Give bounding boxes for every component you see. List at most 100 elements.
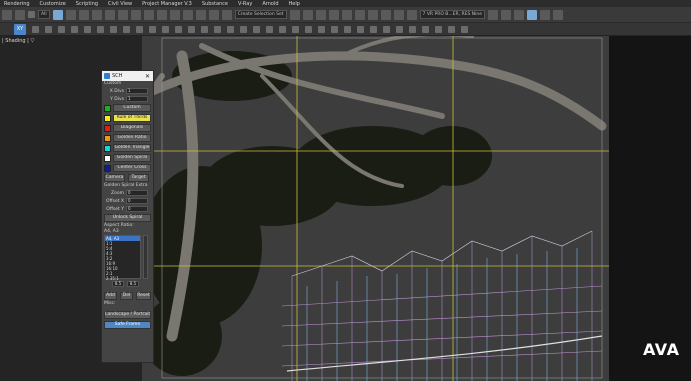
- smooth-icon[interactable]: [266, 25, 273, 33]
- physical-camera-icon[interactable]: [422, 25, 429, 33]
- reference-coordinate-icon[interactable]: [156, 9, 167, 20]
- aspect-ratio-list[interactable]: A4, A3 1:1 5:4 4:3 3:2 16:9 16:10 2:1 2.35:1: [104, 235, 141, 281]
- link-icon[interactable]: [28, 11, 35, 18]
- cloth-icon[interactable]: [331, 25, 338, 33]
- guide-color-swatch[interactable]: [104, 124, 111, 132]
- guide-color-swatch[interactable]: [104, 164, 111, 172]
- teapot-iterative-icon[interactable]: [514, 9, 524, 20]
- menu-item[interactable]: Customize: [40, 1, 66, 7]
- menu-item[interactable]: Substance: [202, 1, 228, 7]
- offset-y-spinner[interactable]: 0: [126, 206, 148, 212]
- frame-buffer-icon[interactable]: [527, 9, 537, 20]
- guide-color-swatch[interactable]: [104, 134, 111, 142]
- menu-item[interactable]: Project Manager V.3: [142, 1, 192, 7]
- menu-item[interactable]: Help: [289, 1, 300, 7]
- target-weld-icon[interactable]: [175, 25, 182, 33]
- help-icon[interactable]: [553, 9, 563, 20]
- more-icon[interactable]: [461, 25, 468, 33]
- light-icon[interactable]: [383, 25, 390, 33]
- reset-button[interactable]: Reset: [136, 292, 151, 300]
- offset-x-spinner[interactable]: 0: [126, 198, 148, 204]
- tessellate-icon[interactable]: [292, 25, 299, 33]
- guide-button[interactable]: Center Cross: [113, 164, 151, 172]
- rendered-frame-icon[interactable]: [393, 9, 404, 20]
- panel-titlebar[interactable]: SCH ✕: [102, 71, 153, 81]
- guide-button[interactable]: Custom: [113, 104, 151, 112]
- menu-item[interactable]: Rendering: [4, 1, 30, 7]
- pivot-icon[interactable]: [169, 9, 180, 20]
- weld-icon[interactable]: [162, 25, 169, 33]
- move-icon[interactable]: [104, 9, 115, 20]
- angle-snap-icon[interactable]: [195, 9, 206, 20]
- teapot-active-icon[interactable]: [501, 9, 511, 20]
- schematic-view-icon[interactable]: [354, 9, 365, 20]
- guide-button[interactable]: Rule of Thirds: [113, 114, 151, 122]
- camera-button[interactable]: Camera: [104, 174, 125, 182]
- window-crossing-icon[interactable]: [91, 9, 102, 20]
- redo-icon[interactable]: [15, 9, 25, 20]
- connect-icon[interactable]: [136, 25, 143, 33]
- viewport-label[interactable]: | Shading | ▽: [2, 38, 34, 44]
- render-production-icon[interactable]: [406, 9, 417, 20]
- guide-color-swatch[interactable]: [104, 104, 111, 112]
- render-preset-dropdown[interactable]: 7 VR PRO B...ER, RES Nine: [419, 10, 485, 19]
- landscape-portrait-button[interactable]: Landscape / Portrait: [104, 311, 151, 319]
- add-button[interactable]: Add: [104, 292, 117, 300]
- percent-snap-icon[interactable]: [208, 9, 219, 20]
- menu-item[interactable]: V-Ray: [238, 1, 252, 7]
- cap-icon[interactable]: [201, 25, 208, 33]
- filter-dropdown[interactable]: All: [38, 10, 50, 19]
- render-setup-icon[interactable]: [380, 9, 391, 20]
- rectangular-selection-icon[interactable]: [78, 9, 89, 20]
- loop-icon[interactable]: [214, 25, 221, 33]
- layer-explorer-icon[interactable]: [315, 9, 326, 20]
- align-icon[interactable]: [302, 9, 313, 20]
- target-button[interactable]: Target: [128, 174, 149, 182]
- bridge-icon[interactable]: [188, 25, 195, 33]
- ratio-height-spinner[interactable]: 8.5: [127, 280, 139, 287]
- proxy-icon[interactable]: [370, 25, 377, 33]
- menu-item[interactable]: Arnold: [262, 1, 278, 7]
- polygon-icon[interactable]: [71, 25, 78, 33]
- guide-color-swatch[interactable]: [104, 114, 111, 122]
- guide-button[interactable]: Golden Spiral: [113, 154, 151, 162]
- guide-button[interactable]: Golden Triangle: [113, 144, 151, 152]
- y-divs-spinner[interactable]: 1: [126, 96, 148, 102]
- bevel-icon[interactable]: [123, 25, 130, 33]
- rotate-icon[interactable]: [117, 9, 128, 20]
- snaps-toggle-icon[interactable]: [182, 9, 193, 20]
- guide-button[interactable]: Golden Ratio: [113, 134, 151, 142]
- teapot-render-icon[interactable]: [488, 9, 498, 20]
- scatter-icon[interactable]: [357, 25, 364, 33]
- zoom-spinner[interactable]: 0: [126, 190, 148, 196]
- extrude-icon[interactable]: [110, 25, 117, 33]
- safe-frame-button[interactable]: Safe Frame: [104, 321, 151, 329]
- edge-icon[interactable]: [45, 25, 52, 33]
- guide-button[interactable]: Diagonals: [113, 124, 151, 132]
- chamfer-icon[interactable]: [149, 25, 156, 33]
- scale-icon[interactable]: [130, 9, 141, 20]
- close-icon[interactable]: ✕: [145, 73, 150, 80]
- menu-item[interactable]: Civil View: [108, 1, 132, 7]
- toggle-ribbon-icon[interactable]: [328, 9, 339, 20]
- relax-icon[interactable]: [279, 25, 286, 33]
- unlock-spiral-button[interactable]: Unlock Spiral: [104, 214, 151, 222]
- element-icon[interactable]: [84, 25, 91, 33]
- quadify-icon[interactable]: [305, 25, 312, 33]
- vertex-icon[interactable]: [32, 25, 39, 33]
- mirror-icon[interactable]: [289, 9, 300, 20]
- undo-icon[interactable]: [2, 9, 12, 20]
- select-object-icon[interactable]: [52, 9, 63, 20]
- face-icon[interactable]: [58, 25, 65, 33]
- selection-set-dropdown[interactable]: Create Selection Set: [234, 10, 287, 19]
- curve-editor-icon[interactable]: [341, 9, 352, 20]
- spinner-snap-icon[interactable]: [221, 9, 232, 20]
- ratio-width-spinner[interactable]: 8.5: [112, 280, 124, 287]
- shrink-icon[interactable]: [253, 25, 260, 33]
- ring-icon[interactable]: [227, 25, 234, 33]
- material-editor-icon[interactable]: [367, 9, 378, 20]
- cut-icon[interactable]: [97, 25, 104, 33]
- aspect-list-scrollbar[interactable]: [143, 235, 148, 279]
- grow-icon[interactable]: [240, 25, 247, 33]
- guide-color-swatch[interactable]: [104, 144, 111, 152]
